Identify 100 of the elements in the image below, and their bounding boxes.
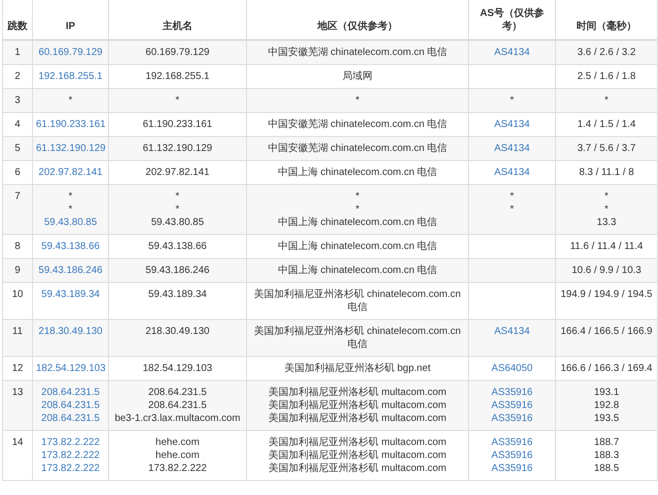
no-response-mark: *	[604, 94, 608, 107]
hostname-text: 59.43.138.66	[148, 240, 207, 253]
as-link[interactable]: AS35916	[491, 462, 533, 475]
time-text: 193.5	[594, 412, 620, 425]
hostname-text: 59.43.186.246	[146, 264, 210, 277]
column-header: 跳数	[8, 21, 28, 32]
hop-number: 13	[12, 387, 24, 398]
as-link[interactable]: AS35916	[491, 412, 533, 425]
no-response-mark: *	[604, 203, 608, 216]
hostname-text: 60.169.79.129	[146, 46, 210, 59]
time-text: 193.1	[594, 386, 620, 399]
region-text: 美国加利福尼亚州洛杉矶 multacom.com	[268, 386, 446, 399]
no-response-mark: *	[68, 94, 72, 107]
as-link[interactable]: AS35916	[491, 449, 533, 462]
hostname-text: 208.64.231.5	[148, 399, 207, 412]
region-text: 美国加利福尼亚州洛杉矶 chinatelecom.com.cn 电信	[253, 288, 462, 314]
hostname-text: hehe.com	[156, 436, 200, 449]
ip-link[interactable]: 208.64.231.5	[41, 412, 100, 425]
region-text: 中国上海 chinatelecom.com.cn 电信	[278, 166, 438, 179]
no-response-mark: *	[176, 94, 180, 107]
hop-number: 10	[12, 289, 24, 300]
region-text: 中国上海 chinatelecom.com.cn 电信	[278, 216, 438, 229]
hostname-text: 218.30.49.130	[146, 325, 210, 338]
no-response-mark: *	[510, 203, 514, 216]
time-text: 11.6 / 11.4 / 11.4	[570, 240, 643, 253]
hop-number: 11	[12, 326, 23, 337]
hop-number: 6	[14, 167, 20, 178]
no-response-mark: *	[604, 190, 608, 203]
hop-number: 4	[14, 119, 20, 130]
hostname-text: 182.54.129.103	[142, 362, 212, 375]
time-text: 13.3	[596, 216, 616, 229]
region-text: 局域网	[342, 70, 372, 83]
hostname-text: be3-1.cr3.lax.multacom.com	[114, 412, 240, 425]
region-text: 中国安徽芜湖 chinatelecom.com.cn 电信	[268, 142, 448, 155]
as-link[interactable]: AS35916	[491, 386, 533, 399]
no-response-mark: *	[356, 94, 360, 107]
no-response-mark: *	[356, 190, 360, 203]
region-text: 中国安徽芜湖 chinatelecom.com.cn 电信	[268, 46, 448, 59]
region-text: 中国上海 chinatelecom.com.cn 电信	[278, 240, 438, 253]
column-header: AS号（仅供参考）	[480, 8, 544, 32]
region-text: 美国加利福尼亚州洛杉矶 multacom.com	[268, 399, 446, 412]
column-header: IP	[66, 21, 76, 32]
region-text: 美国加利福尼亚州洛杉矶 multacom.com	[268, 449, 446, 462]
no-response-mark: *	[176, 190, 180, 203]
as-link[interactable]: AS35916	[491, 399, 533, 412]
hop-number: 14	[12, 437, 24, 448]
column-header: 地区（仅供参考）	[318, 21, 398, 32]
time-text: 10.6 / 9.9 / 10.3	[572, 264, 642, 277]
time-text: 188.7	[594, 436, 620, 449]
ip-link[interactable]: 173.82.2.222	[41, 436, 100, 449]
time-text: 166.4 / 166.5 / 166.9	[560, 325, 652, 338]
hostname-text: 59.43.80.85	[151, 216, 204, 229]
hop-number: 3	[14, 95, 20, 106]
region-text: 中国上海 chinatelecom.com.cn 电信	[278, 264, 438, 277]
no-response-mark: *	[68, 190, 72, 203]
time-text: 3.7 / 5.6 / 3.7	[577, 142, 636, 155]
hop-number: 9	[14, 265, 20, 276]
ip-link[interactable]: 59.43.80.85	[44, 216, 97, 229]
ip-link[interactable]: 173.82.2.222	[41, 462, 100, 475]
hop-number: 12	[12, 363, 24, 374]
time-text: 188.5	[594, 462, 620, 475]
time-text: 194.9 / 194.9 / 194.5	[560, 288, 652, 301]
ip-link[interactable]: 173.82.2.222	[41, 449, 100, 462]
column-header: 时间（毫秒）	[576, 21, 636, 32]
hop-number: 5	[14, 143, 20, 154]
ip-link[interactable]: 208.64.231.5	[41, 399, 100, 412]
column-header: 主机名	[162, 21, 192, 32]
time-text: 8.3 / 11.1 / 8	[579, 166, 634, 179]
region-text: 中国安徽芜湖 chinatelecom.com.cn 电信	[268, 118, 448, 131]
region-text: 美国加利福尼亚州洛杉矶 multacom.com	[268, 412, 446, 425]
hop-number: 8	[14, 241, 20, 252]
time-text: 188.3	[594, 449, 620, 462]
region-text: 美国加利福尼亚州洛杉矶 bgp.net	[284, 362, 431, 375]
hostname-text: 59.43.189.34	[148, 288, 207, 301]
time-text: 166.6 / 166.3 / 169.4	[560, 362, 652, 375]
no-response-mark: *	[510, 94, 514, 107]
as-link[interactable]: AS4134	[494, 325, 530, 338]
hostname-text: hehe.com	[156, 449, 200, 462]
time-text: 1.4 / 1.5 / 1.4	[577, 118, 636, 131]
region-text: 美国加利福尼亚州洛杉矶 chinatelecom.com.cn 电信	[253, 325, 462, 351]
no-response-mark: *	[68, 203, 72, 216]
hostname-text: 192.168.255.1	[146, 70, 210, 83]
hop-number: 1	[14, 47, 20, 58]
hostname-text: 208.64.231.5	[148, 386, 207, 399]
as-link[interactable]: AS35916	[491, 436, 533, 449]
hostname-text: 173.82.2.222	[148, 462, 207, 475]
time-text: 3.6 / 2.6 / 3.2	[577, 46, 636, 59]
time-text: 2.5 / 1.6 / 1.8	[577, 70, 636, 83]
hop-number: 2	[14, 71, 20, 82]
hostname-text: 202.97.82.141	[146, 166, 210, 179]
hop-number: 7	[14, 191, 20, 202]
hostname-text: 61.132.190.129	[142, 142, 212, 155]
no-response-mark: *	[176, 203, 180, 216]
region-text: 美国加利福尼亚州洛杉矶 multacom.com	[268, 436, 446, 449]
no-response-mark: *	[356, 203, 360, 216]
ip-link[interactable]: 208.64.231.5	[41, 386, 100, 399]
no-response-mark: *	[510, 190, 514, 203]
time-text: 192.8	[594, 399, 620, 412]
hostname-text: 61.190.233.161	[142, 118, 212, 131]
region-text: 美国加利福尼亚州洛杉矶 multacom.com	[268, 462, 446, 475]
